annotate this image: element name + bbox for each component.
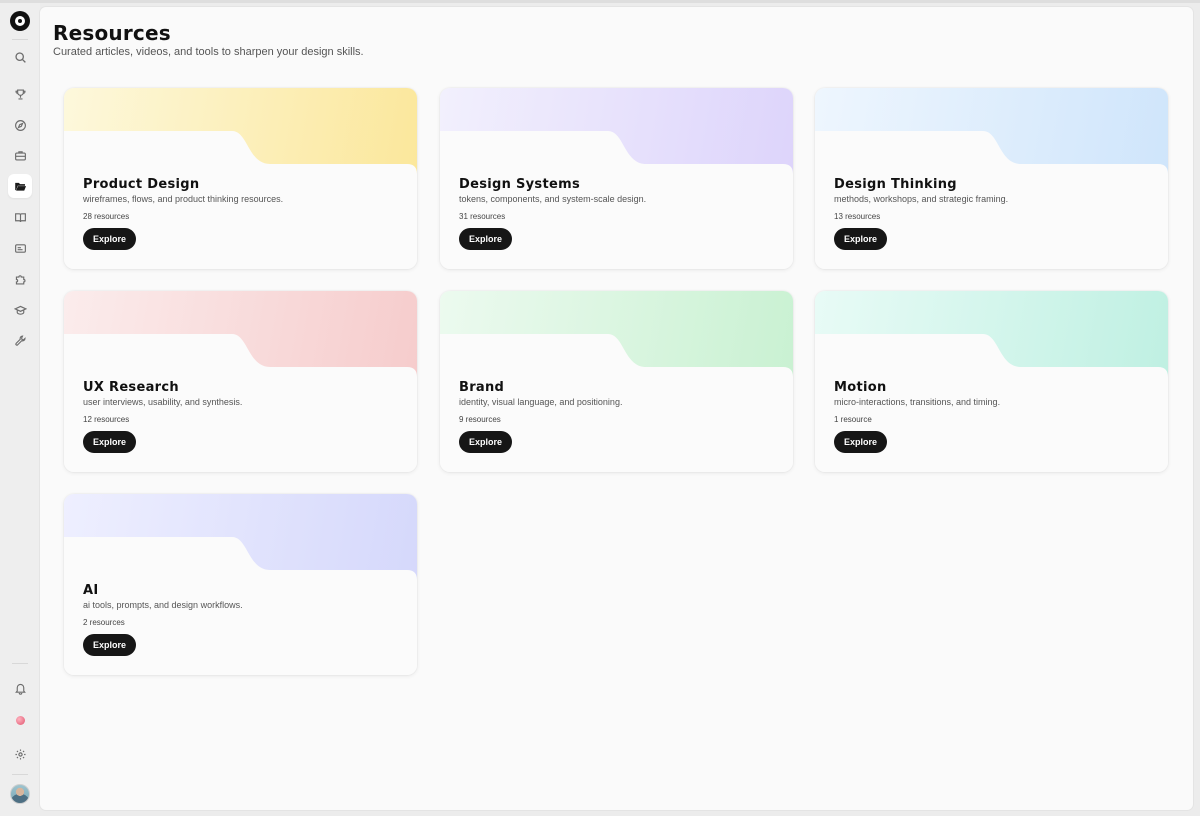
status-dot-icon — [15, 715, 25, 725]
sidebar-item-resources[interactable] — [8, 174, 32, 198]
card-description: user interviews, usability, and synthesi… — [83, 397, 243, 407]
briefcase-icon — [14, 150, 26, 161]
sidebar-item-status[interactable] — [8, 708, 32, 732]
card-title: UX Research — [83, 380, 179, 395]
page-subtitle: Curated articles, videos, and tools to s… — [53, 46, 364, 58]
resource-card[interactable]: Design Systems tokens, components, and sy… — [440, 88, 793, 269]
resource-card[interactable]: AI ai tools, prompts, and design workflow… — [64, 494, 417, 675]
sidebar-item-tools[interactable] — [8, 328, 32, 352]
sidebar-item-compass[interactable] — [8, 113, 32, 137]
explore-button[interactable]: Explore — [83, 431, 137, 453]
page-title: Resources — [53, 21, 171, 45]
card-body: Design Thinking methods, workshops, and s… — [834, 177, 1149, 250]
card-body: Product Design wireframes, flows, and pro… — [83, 177, 398, 250]
card-body: Motion micro-interactions, transitions, a… — [834, 380, 1149, 453]
card-title: AI — [83, 583, 99, 598]
card-resource-count: 9 resources — [459, 415, 501, 424]
card-resource-count: 28 resources — [83, 212, 130, 221]
card-resource-count: 2 resources — [83, 618, 125, 627]
id-card-icon — [14, 243, 26, 253]
sidebar-item-jobs[interactable] — [8, 143, 32, 167]
card-description: tokens, components, and system-scale des… — [459, 194, 647, 204]
card-resource-count: 1 resource — [834, 415, 872, 424]
resource-card[interactable]: Product Design wireframes, flows, and pro… — [64, 88, 417, 269]
card-description: ai tools, prompts, and design workflows. — [83, 600, 243, 610]
puzzle-icon — [15, 274, 25, 285]
app-logo[interactable] — [10, 11, 30, 31]
card-title: Design Thinking — [834, 177, 957, 192]
sidebar-divider — [12, 39, 28, 40]
explore-button[interactable]: Explore — [834, 431, 888, 453]
explore-button[interactable]: Explore — [83, 634, 137, 656]
sidebar-item-profiles[interactable] — [8, 236, 32, 260]
resource-card[interactable]: Design Thinking methods, workshops, and s… — [815, 88, 1168, 269]
avatar[interactable] — [10, 784, 30, 804]
sidebar-divider — [12, 663, 28, 664]
card-description: methods, workshops, and strategic framin… — [834, 194, 1009, 204]
card-title: Design Systems — [459, 177, 580, 192]
trophy-icon — [14, 88, 26, 100]
explore-button[interactable]: Explore — [459, 228, 513, 250]
resource-card[interactable]: Brand identity, visual language, and posi… — [440, 291, 793, 472]
card-title: Brand — [459, 380, 505, 395]
wrench-icon — [14, 334, 26, 346]
sidebar-item-notifications[interactable] — [8, 676, 32, 700]
resource-card[interactable]: UX Research user interviews, usability, a… — [64, 291, 417, 472]
explore-button[interactable]: Explore — [459, 431, 513, 453]
search-icon — [14, 51, 26, 63]
main-panel: Resources Curated articles, videos, and … — [40, 7, 1193, 810]
sidebar-item-library[interactable] — [8, 205, 32, 229]
card-resource-count: 13 resources — [834, 212, 881, 221]
card-body: AI ai tools, prompts, and design workflow… — [83, 583, 398, 656]
book-icon — [14, 212, 26, 222]
card-title: Motion — [834, 380, 887, 395]
explore-button[interactable]: Explore — [83, 228, 137, 250]
card-resource-count: 31 resources — [459, 212, 506, 221]
gear-icon — [14, 748, 26, 760]
sidebar — [0, 3, 40, 816]
sidebar-item-courses[interactable] — [8, 298, 32, 322]
compass-icon — [14, 119, 26, 131]
resource-card[interactable]: Motion micro-interactions, transitions, a… — [815, 291, 1168, 472]
window-top-border — [0, 0, 1200, 3]
folder-open-icon — [14, 182, 26, 191]
bell-icon — [14, 683, 26, 695]
card-description: wireframes, flows, and product thinking … — [83, 194, 284, 204]
card-resource-count: 12 resources — [83, 415, 130, 424]
sidebar-item-settings[interactable] — [8, 742, 32, 766]
card-body: Brand identity, visual language, and posi… — [459, 380, 774, 453]
sidebar-item-plugins[interactable] — [8, 267, 32, 291]
card-description: identity, visual language, and positioni… — [459, 397, 623, 407]
card-description: micro-interactions, transitions, and tim… — [834, 397, 1001, 407]
sidebar-item-trophy[interactable] — [8, 82, 32, 106]
card-body: UX Research user interviews, usability, a… — [83, 380, 398, 453]
graduation-cap-icon — [13, 305, 27, 315]
card-body: Design Systems tokens, components, and sy… — [459, 177, 774, 250]
explore-button[interactable]: Explore — [834, 228, 888, 250]
sidebar-divider — [12, 774, 28, 775]
sidebar-item-search[interactable] — [8, 45, 32, 69]
card-title: Product Design — [83, 177, 200, 192]
